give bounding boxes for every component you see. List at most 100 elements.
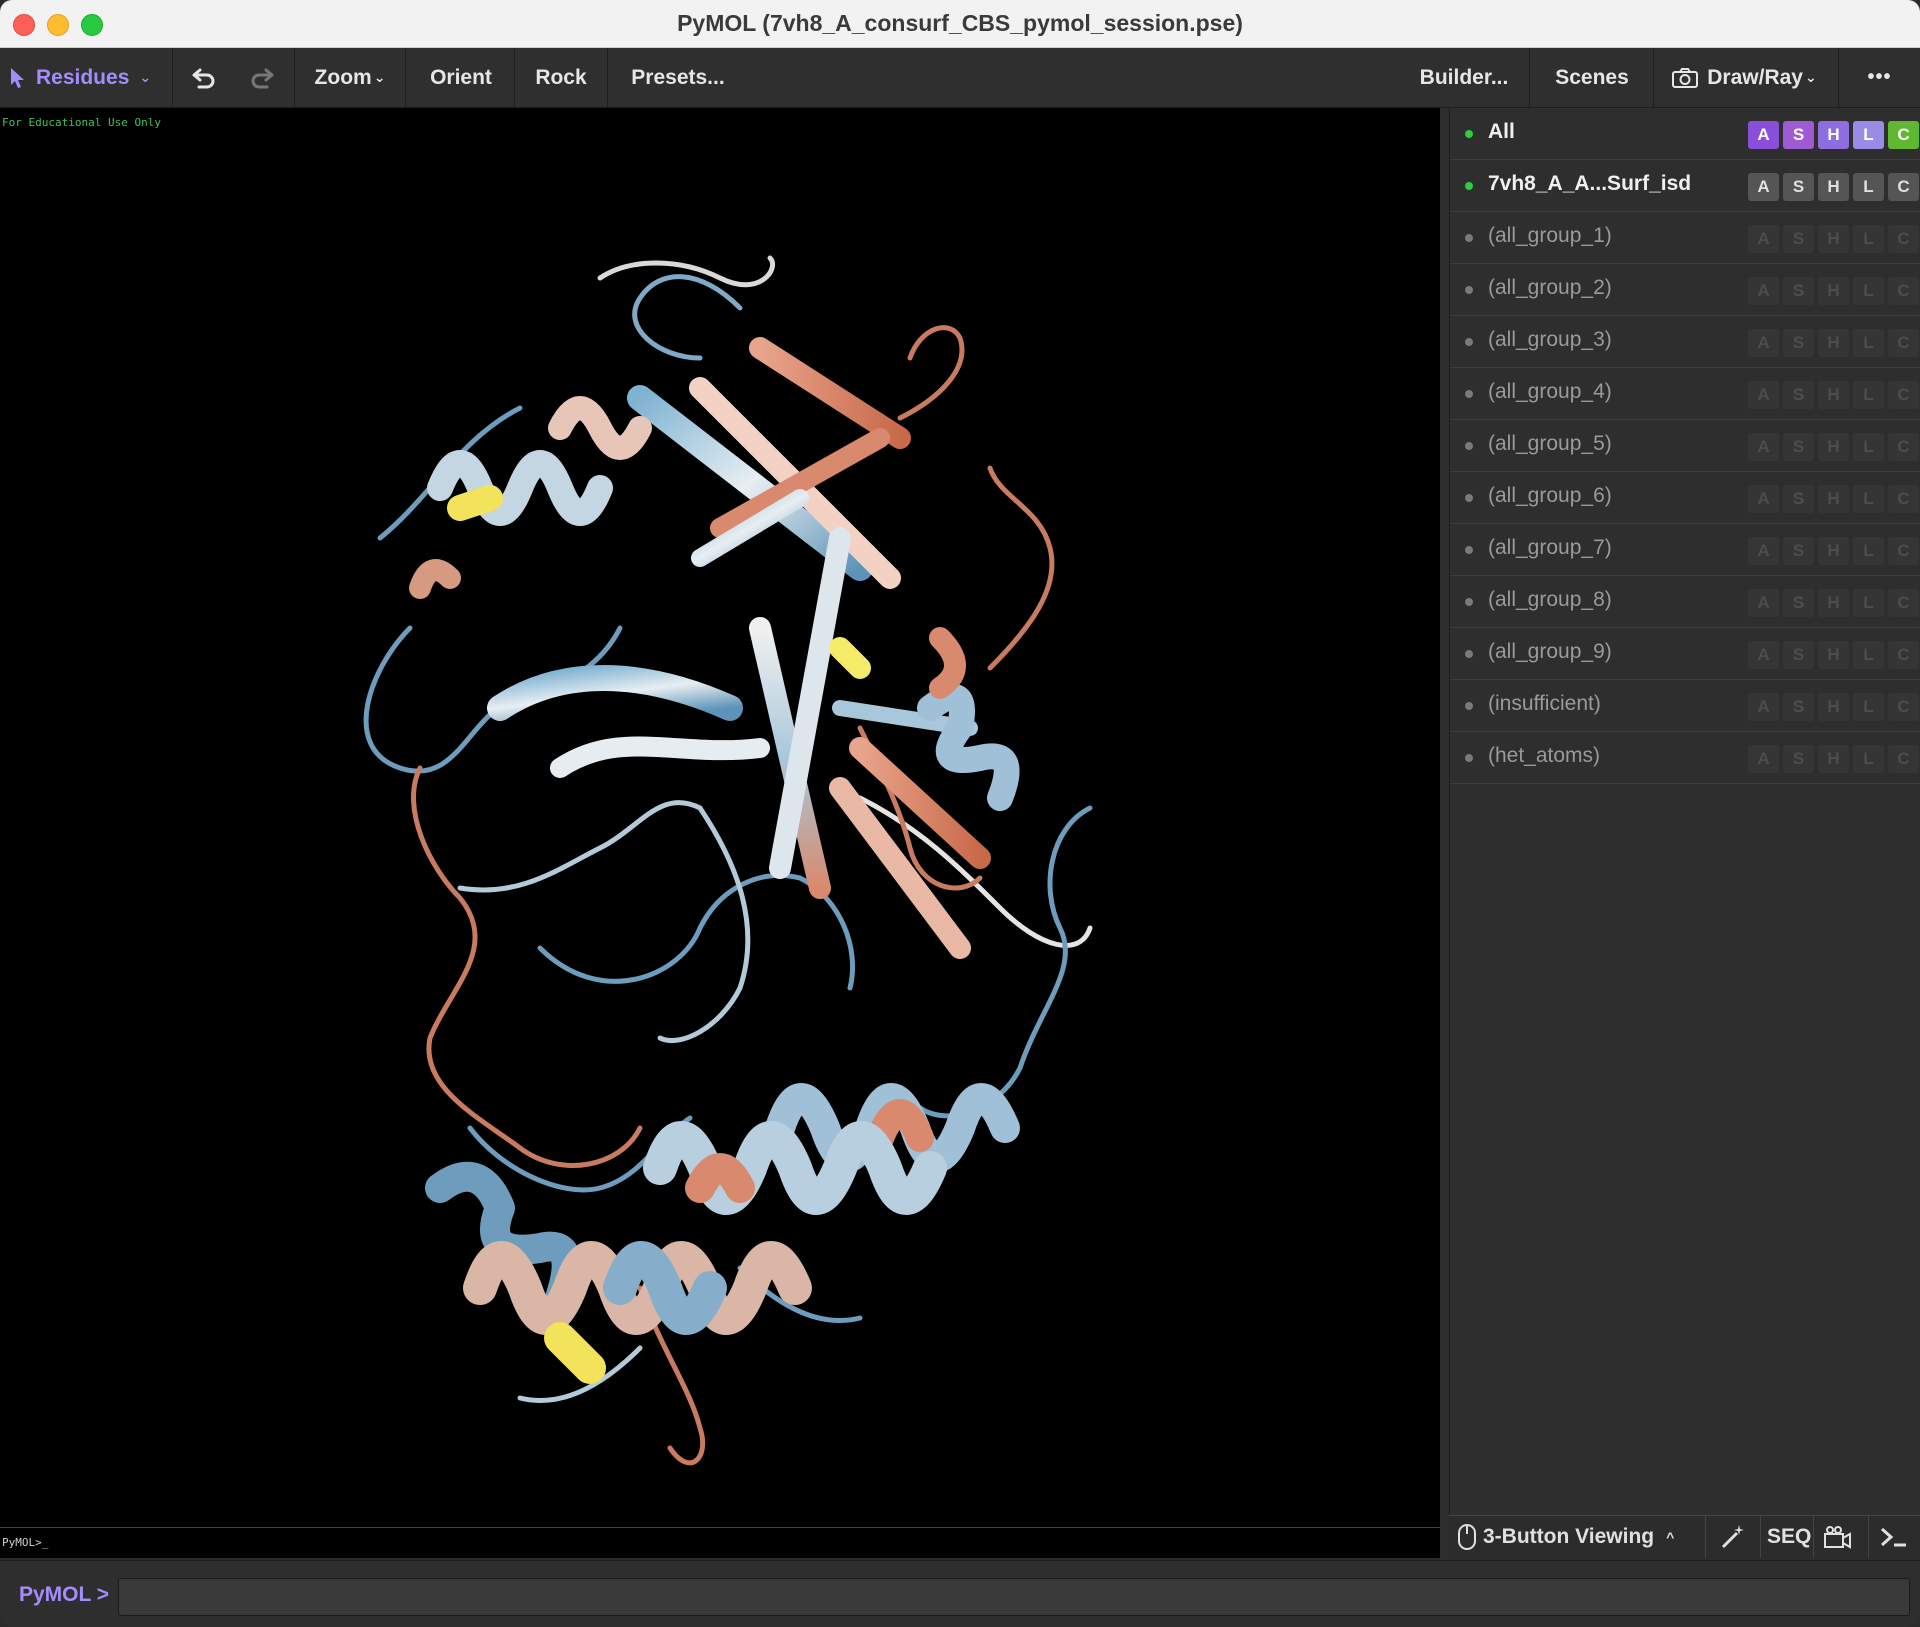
action-c-button[interactable]: C — [1888, 485, 1919, 513]
action-a-button[interactable]: A — [1748, 329, 1779, 357]
action-l-button[interactable]: L — [1853, 485, 1884, 513]
object-name: (all_group_1) — [1488, 224, 1612, 247]
molecule-viewport[interactable]: For Educational Use Only — [0, 108, 1440, 1527]
action-s-button[interactable]: S — [1783, 173, 1814, 201]
action-a-button[interactable]: A — [1748, 433, 1779, 461]
action-a-button[interactable]: A — [1748, 745, 1779, 773]
zoom-menu-button[interactable]: Zoom ⌄ — [295, 48, 405, 107]
action-l-button[interactable]: L — [1853, 693, 1884, 721]
orient-button[interactable]: Orient — [406, 48, 516, 107]
action-a-button[interactable]: A — [1748, 537, 1779, 565]
action-l-button[interactable]: L — [1853, 381, 1884, 409]
action-s-button[interactable]: S — [1783, 693, 1814, 721]
wizard-button[interactable] — [1719, 1516, 1747, 1558]
action-s-button[interactable]: S — [1783, 589, 1814, 617]
object-row[interactable]: (all_group_3) A S H L C — [1450, 316, 1920, 368]
action-h-button[interactable]: H — [1818, 225, 1849, 253]
action-h-button[interactable]: H — [1818, 433, 1849, 461]
action-c-button[interactable]: C — [1888, 537, 1919, 565]
action-c-button[interactable]: C — [1888, 693, 1919, 721]
action-c-button[interactable]: C — [1888, 641, 1919, 669]
object-row[interactable]: 7vh8_A_A...Surf_isd A S H L C — [1450, 160, 1920, 212]
action-c-button[interactable]: C — [1888, 225, 1919, 253]
action-h-button[interactable]: H — [1818, 121, 1849, 149]
action-h-button[interactable]: H — [1818, 745, 1849, 773]
action-c-button[interactable]: C — [1888, 329, 1919, 357]
action-h-button[interactable]: H — [1818, 329, 1849, 357]
action-l-button[interactable]: L — [1853, 641, 1884, 669]
more-options-button[interactable]: ••• — [1839, 48, 1920, 107]
action-l-button[interactable]: L — [1853, 589, 1884, 617]
action-h-button[interactable]: H — [1818, 277, 1849, 305]
object-row[interactable]: (all_group_1) A S H L C — [1450, 212, 1920, 264]
action-h-button[interactable]: H — [1818, 693, 1849, 721]
builder-button[interactable]: Builder... — [1404, 48, 1524, 107]
object-row[interactable]: (all_group_9) A S H L C — [1450, 628, 1920, 680]
undo-button[interactable] — [178, 48, 230, 107]
action-l-button[interactable]: L — [1853, 121, 1884, 149]
object-row[interactable]: (all_group_6) A S H L C — [1450, 472, 1920, 524]
scenes-button[interactable]: Scenes — [1530, 48, 1654, 107]
action-s-button[interactable]: S — [1783, 537, 1814, 565]
action-c-button[interactable]: C — [1888, 589, 1919, 617]
action-c-button[interactable]: C — [1888, 173, 1919, 201]
object-row[interactable]: (all_group_7) A S H L C — [1450, 524, 1920, 576]
action-c-button[interactable]: C — [1888, 277, 1919, 305]
console-toggle-button[interactable] — [1879, 1516, 1909, 1558]
action-s-button[interactable]: S — [1783, 485, 1814, 513]
action-h-button[interactable]: H — [1818, 381, 1849, 409]
action-s-button[interactable]: S — [1783, 641, 1814, 669]
enabled-indicator-dot — [1465, 130, 1473, 138]
action-h-button[interactable]: H — [1818, 173, 1849, 201]
action-c-button[interactable]: C — [1888, 381, 1919, 409]
action-c-button[interactable]: C — [1888, 121, 1919, 149]
action-c-button[interactable]: C — [1888, 433, 1919, 461]
command-input[interactable] — [118, 1578, 1910, 1616]
action-s-button[interactable]: S — [1783, 381, 1814, 409]
action-s-button[interactable]: S — [1783, 433, 1814, 461]
action-h-button[interactable]: H — [1818, 641, 1849, 669]
chevron-down-icon: ⌄ — [1804, 69, 1817, 85]
object-row[interactable]: (all_group_5) A S H L C — [1450, 420, 1920, 472]
action-a-button[interactable]: A — [1748, 693, 1779, 721]
action-a-button[interactable]: A — [1748, 121, 1779, 149]
action-l-button[interactable]: L — [1853, 173, 1884, 201]
action-l-button[interactable]: L — [1853, 277, 1884, 305]
redo-button[interactable] — [236, 48, 288, 107]
object-row[interactable]: (all_group_8) A S H L C — [1450, 576, 1920, 628]
draw-ray-button[interactable]: Draw/Ray ⌄ — [1654, 48, 1834, 107]
action-s-button[interactable]: S — [1783, 277, 1814, 305]
action-l-button[interactable]: L — [1853, 745, 1884, 773]
mouse-mode-button[interactable]: 3-Button Viewing ^ — [1457, 1516, 1674, 1558]
action-l-button[interactable]: L — [1853, 225, 1884, 253]
action-s-button[interactable]: S — [1783, 745, 1814, 773]
action-c-button[interactable]: C — [1888, 745, 1919, 773]
action-a-button[interactable]: A — [1748, 277, 1779, 305]
action-s-button[interactable]: S — [1783, 225, 1814, 253]
object-row[interactable]: (all_group_2) A S H L C — [1450, 264, 1920, 316]
action-h-button[interactable]: H — [1818, 537, 1849, 565]
object-row[interactable]: (het_atoms) A S H L C — [1450, 732, 1920, 784]
rock-button[interactable]: Rock — [515, 48, 607, 107]
selection-mode-dropdown[interactable]: Residues ⌄ — [0, 48, 172, 107]
action-a-button[interactable]: A — [1748, 225, 1779, 253]
object-row[interactable]: All A S H L C — [1450, 108, 1920, 160]
action-a-button[interactable]: A — [1748, 589, 1779, 617]
action-h-button[interactable]: H — [1818, 485, 1849, 513]
action-l-button[interactable]: L — [1853, 433, 1884, 461]
action-l-button[interactable]: L — [1853, 537, 1884, 565]
terminal-icon — [1881, 1527, 1906, 1547]
action-a-button[interactable]: A — [1748, 381, 1779, 409]
action-a-button[interactable]: A — [1748, 485, 1779, 513]
action-s-button[interactable]: S — [1783, 121, 1814, 149]
action-a-button[interactable]: A — [1748, 641, 1779, 669]
presets-button[interactable]: Presets... — [608, 48, 748, 107]
movie-button[interactable] — [1823, 1516, 1853, 1558]
sequence-toggle-button[interactable]: SEQ — [1767, 1516, 1811, 1558]
action-s-button[interactable]: S — [1783, 329, 1814, 357]
action-h-button[interactable]: H — [1818, 589, 1849, 617]
object-row[interactable]: (insufficient) A S H L C — [1450, 680, 1920, 732]
object-row[interactable]: (all_group_4) A S H L C — [1450, 368, 1920, 420]
action-l-button[interactable]: L — [1853, 329, 1884, 357]
action-a-button[interactable]: A — [1748, 173, 1779, 201]
